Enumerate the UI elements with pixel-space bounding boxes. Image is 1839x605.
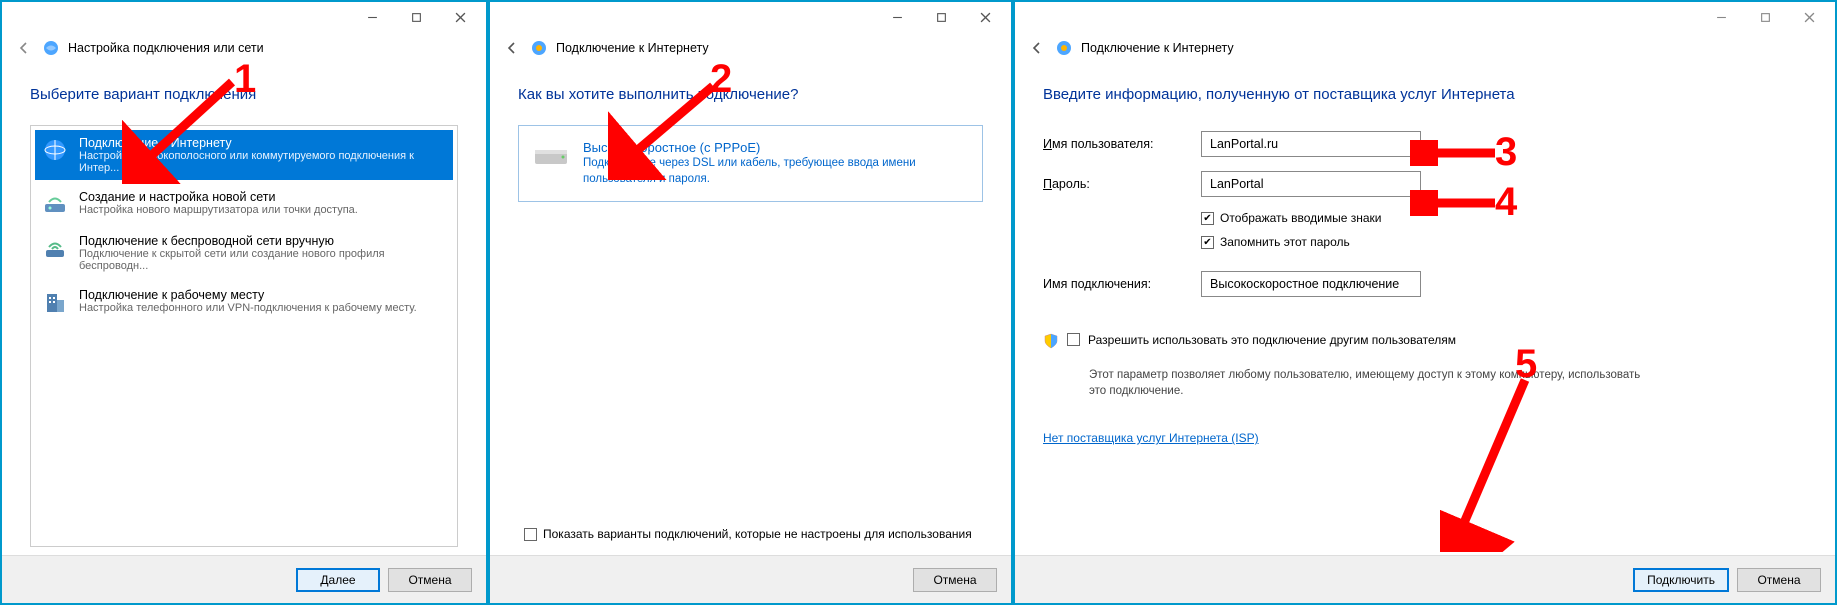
- modem-icon: [531, 140, 571, 170]
- maximize-button[interactable]: [919, 3, 963, 31]
- titlebar: [490, 2, 1011, 32]
- option-desc: Настройка нового маршрутизатора или точк…: [79, 204, 358, 216]
- remember-row[interactable]: Запомнить этот пароль: [1201, 235, 1807, 249]
- maximize-button[interactable]: [1743, 3, 1787, 31]
- show-all-options-row[interactable]: Показать варианты подключений, которые н…: [518, 527, 983, 541]
- show-all-checkbox[interactable]: [524, 528, 537, 541]
- wifi-icon: [41, 234, 69, 262]
- close-button[interactable]: [438, 3, 482, 31]
- connection-name-input[interactable]: Высокоскоростное подключение: [1201, 271, 1421, 297]
- allow-others-label: Разрешить использовать это подключение д…: [1088, 333, 1456, 347]
- password-label: Пароль:: [1043, 177, 1193, 191]
- globe-icon: [41, 136, 69, 164]
- show-chars-checkbox[interactable]: [1201, 212, 1214, 225]
- wizard-window-step2: Подключение к Интернету Как вы хотите вы…: [488, 0, 1013, 605]
- titlebar: [1015, 2, 1835, 32]
- next-button[interactable]: Далее: [296, 568, 380, 592]
- option-desc: Настройка телефонного или VPN-подключени…: [79, 302, 417, 314]
- option-wireless-manual[interactable]: Подключение к беспроводной сети вручную …: [35, 228, 453, 278]
- option-title: Подключение к беспроводной сети вручную: [79, 234, 447, 248]
- connection-name-label: Имя подключения:: [1043, 277, 1193, 291]
- show-chars-label: Отображать вводимые знаки: [1220, 211, 1382, 225]
- back-button[interactable]: [14, 38, 34, 58]
- connection-options-list: Подключение к Интернету Настройка широко…: [30, 125, 458, 547]
- network-icon: [1055, 39, 1073, 57]
- option-new-network[interactable]: Создание и настройка новой сети Настройк…: [35, 184, 453, 224]
- minimize-button[interactable]: [350, 3, 394, 31]
- remember-checkbox[interactable]: [1201, 236, 1214, 249]
- connect-button[interactable]: Подключить: [1633, 568, 1729, 592]
- step-heading: Как вы хотите выполнить подключение?: [518, 86, 983, 103]
- cancel-button[interactable]: Отмена: [1737, 568, 1821, 592]
- option-desc: Подключение к скрытой сети или создание …: [79, 248, 447, 272]
- option-title: Создание и настройка новой сети: [79, 190, 358, 204]
- step-heading: Выберите вариант подключения: [30, 86, 458, 103]
- choice-title: Высокоскоростное (с PPPoE): [583, 140, 970, 155]
- header-title: Подключение к Интернету: [1081, 41, 1234, 55]
- header: Настройка подключения или сети: [2, 32, 486, 68]
- remember-label: Запомнить этот пароль: [1220, 235, 1350, 249]
- network-icon: [530, 39, 548, 57]
- show-chars-row[interactable]: Отображать вводимые знаки: [1201, 211, 1807, 225]
- titlebar: [2, 2, 486, 32]
- footer: Отмена: [490, 555, 1011, 603]
- header-title: Настройка подключения или сети: [68, 41, 264, 55]
- allow-others-checkbox[interactable]: [1067, 333, 1080, 346]
- credentials-form: Имя пользователя: LanPortal.ru Пароль: L…: [1043, 131, 1807, 445]
- close-button[interactable]: [1787, 3, 1831, 31]
- password-input[interactable]: LanPortal: [1201, 171, 1421, 197]
- shield-icon: [1043, 333, 1059, 349]
- building-icon: [41, 288, 69, 316]
- footer: Подключить Отмена: [1015, 555, 1835, 603]
- header-title: Подключение к Интернету: [556, 41, 709, 55]
- option-workplace[interactable]: Подключение к рабочему месту Настройка т…: [35, 282, 453, 322]
- back-button[interactable]: [1027, 38, 1047, 58]
- wizard-window-step3: Подключение к Интернету Введите информац…: [1013, 0, 1837, 605]
- router-icon: [41, 190, 69, 218]
- show-all-label: Показать варианты подключений, которые н…: [543, 527, 972, 541]
- minimize-button[interactable]: [875, 3, 919, 31]
- cancel-button[interactable]: Отмена: [913, 568, 997, 592]
- option-title: Подключение к рабочему месту: [79, 288, 417, 302]
- maximize-button[interactable]: [394, 3, 438, 31]
- network-icon: [42, 39, 60, 57]
- allow-others-sublabel: Этот параметр позволяет любому пользоват…: [1089, 367, 1649, 399]
- wizard-window-step1: Настройка подключения или сети Выберите …: [0, 0, 488, 605]
- header: Подключение к Интернету: [1015, 32, 1835, 68]
- option-pppoe[interactable]: Высокоскоростное (с PPPoE) Подключение ч…: [518, 125, 983, 202]
- cancel-button[interactable]: Отмена: [388, 568, 472, 592]
- footer: Далее Отмена: [2, 555, 486, 603]
- option-internet[interactable]: Подключение к Интернету Настройка широко…: [35, 130, 453, 180]
- choice-desc: Подключение через DSL или кабель, требую…: [583, 155, 970, 187]
- minimize-button[interactable]: [1699, 3, 1743, 31]
- username-input[interactable]: LanPortal.ru: [1201, 131, 1421, 157]
- header: Подключение к Интернету: [490, 32, 1011, 68]
- step-heading: Введите информацию, полученную от постав…: [1043, 86, 1807, 103]
- option-desc: Настройка широкополосного или коммутируе…: [79, 150, 447, 174]
- back-button[interactable]: [502, 38, 522, 58]
- option-title: Подключение к Интернету: [79, 136, 447, 150]
- close-button[interactable]: [963, 3, 1007, 31]
- username-label: Имя пользователя:: [1043, 137, 1193, 151]
- no-isp-link[interactable]: Нет поставщика услуг Интернета (ISP): [1043, 431, 1807, 445]
